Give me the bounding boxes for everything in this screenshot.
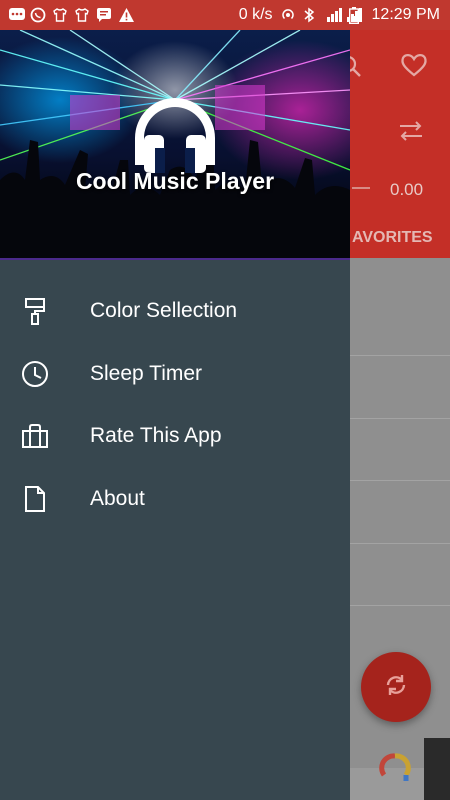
clock-icon: [20, 359, 50, 389]
menu-item-rate-app[interactable]: Rate This App: [0, 405, 350, 468]
navigation-drawer: Cool Music Player Color Sellection Sleep…: [0, 30, 350, 800]
menu-item-color-selection[interactable]: Color Sellection: [0, 280, 350, 343]
time-display: 0.00: [390, 180, 424, 199]
whatsapp-icon: [30, 7, 46, 23]
menu-item-label: About: [90, 486, 145, 510]
paint-roller-icon: [20, 296, 50, 326]
file-icon: [20, 484, 50, 514]
system-icons: 0 k/s 12:29 PM: [238, 6, 450, 25]
hotspot-icon: [280, 7, 296, 23]
warning-icon: [118, 7, 134, 23]
tshirt-icon-2: [74, 7, 90, 23]
menu-item-label: Sleep Timer: [90, 361, 203, 385]
tab-favorites: AVORITES: [352, 229, 433, 246]
tshirt-icon: [52, 7, 68, 23]
menu-item-label: Color Sellection: [90, 299, 238, 323]
menu-item-about[interactable]: About: [0, 468, 350, 531]
ad-logo-icon: [378, 751, 412, 790]
ad-dark-panel: [424, 738, 450, 800]
shopping-bag-icon: [20, 421, 50, 451]
list-divider: [350, 355, 450, 356]
bluetooth-icon: [303, 7, 319, 23]
concert-image: [0, 30, 350, 258]
chat-icon: [96, 7, 112, 23]
notification-icons: [0, 7, 134, 23]
menu-item-sleep-timer[interactable]: Sleep Timer: [0, 343, 350, 406]
list-divider: [350, 418, 450, 419]
app-title: Cool Music Player: [75, 168, 275, 194]
status-bar: 0 k/s 12:29 PM: [0, 0, 450, 30]
signal-icon: [326, 7, 362, 23]
refresh-fab: [361, 652, 431, 722]
network-speed: 0 k/s: [238, 6, 273, 23]
heart-icon: [400, 52, 428, 83]
seek-bar: [352, 187, 370, 189]
list-divider: [350, 605, 450, 606]
shuffle-icon: [398, 120, 424, 147]
drawer-header: Cool Music Player: [0, 30, 350, 260]
clock-time: 12:29 PM: [371, 6, 440, 23]
messages-icon: [8, 7, 25, 23]
refresh-icon: [383, 672, 409, 703]
list-divider: [350, 480, 450, 481]
drawer-menu: Color Sellection Sleep Timer Rate This A…: [0, 280, 350, 530]
menu-item-label: Rate This App: [90, 424, 222, 448]
list-divider: [350, 543, 450, 544]
battery-icon: [348, 7, 365, 25]
